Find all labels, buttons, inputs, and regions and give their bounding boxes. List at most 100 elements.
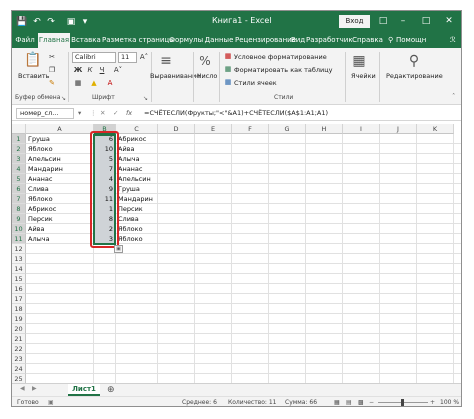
bold-button[interactable]: Ж <box>72 65 84 76</box>
ribbon-display-icon[interactable]: □ <box>376 14 390 29</box>
zoom-out-icon[interactable]: − <box>369 399 374 406</box>
camera-icon[interactable]: ▣ <box>65 16 77 28</box>
quick-analysis-icon[interactable]: ▣ <box>114 245 123 253</box>
row-header[interactable]: 15 <box>12 274 26 284</box>
cell-c3[interactable]: Алыча <box>118 154 157 164</box>
paste-icon[interactable]: 📋 <box>24 51 41 69</box>
tab-data[interactable]: Данные <box>203 33 235 48</box>
cell-a10[interactable]: Айва <box>28 224 93 234</box>
page-layout-view-icon[interactable]: ▤ <box>346 399 352 406</box>
page-break-view-icon[interactable]: ▩ <box>358 399 364 406</box>
next-sheet-icon[interactable]: ▶ <box>32 385 37 392</box>
row-header[interactable]: 4 <box>12 164 26 174</box>
cell-styles-icon[interactable]: ▦ <box>222 77 234 88</box>
search-icon[interactable]: ⚲ <box>406 52 422 70</box>
cells-label[interactable]: Ячейки <box>351 72 376 80</box>
cell-c1[interactable]: Абрикос <box>118 134 157 144</box>
cancel-icon[interactable]: ✕ <box>100 109 105 117</box>
font-size-field[interactable]: 11 <box>118 52 137 63</box>
row-header[interactable]: 8 <box>12 204 26 214</box>
row-header[interactable]: 1 <box>12 134 26 144</box>
row-header[interactable]: 5 <box>12 174 26 184</box>
row-header[interactable]: 14 <box>12 264 26 274</box>
row-header[interactable]: 9 <box>12 214 26 224</box>
enter-icon[interactable]: ✓ <box>113 109 118 117</box>
insert-function-button[interactable]: fx <box>126 109 132 117</box>
column-header-i[interactable]: I <box>343 124 380 134</box>
format-painter-icon[interactable]: ✎ <box>46 78 58 89</box>
normal-view-icon[interactable]: ▦ <box>334 399 340 406</box>
row-header[interactable]: 12 <box>12 244 26 254</box>
share-icon[interactable]: ℛ <box>450 33 456 48</box>
cell-a7[interactable]: Яблоко <box>28 194 93 204</box>
prev-sheet-icon[interactable]: ◀ <box>20 385 25 392</box>
cell-a3[interactable]: Апельсин <box>28 154 93 164</box>
column-header-g[interactable]: G <box>269 124 306 134</box>
column-header-e[interactable]: E <box>195 124 232 134</box>
status-average[interactable]: Среднее: 6 <box>182 399 217 406</box>
row-header[interactable]: 6 <box>12 184 26 194</box>
tab-home[interactable]: Главная <box>38 33 70 48</box>
cell-c7[interactable]: Мандарин <box>118 194 157 204</box>
row-header[interactable]: 24 <box>12 364 26 374</box>
column-header-a[interactable]: A <box>26 124 94 134</box>
cell-c2[interactable]: Айва <box>118 144 157 154</box>
font-color-icon[interactable]: A <box>104 78 116 89</box>
worksheet-grid[interactable]: A B C D E F G H I J K 1 2 3 4 5 6 7 8 9 10 11 12 13 14 15 16 17 18 19… <box>12 124 461 383</box>
zoom-slider-thumb[interactable] <box>401 399 404 406</box>
cell-a5[interactable]: Ананас <box>28 174 93 184</box>
alignment-icon[interactable]: ≡ <box>158 52 174 70</box>
row-header[interactable]: 2 <box>12 144 26 154</box>
column-header-k[interactable]: K <box>417 124 454 134</box>
cell-a2[interactable]: Яблоко <box>28 144 93 154</box>
number-label[interactable]: Число <box>197 72 217 80</box>
zoom-in-icon[interactable]: + <box>430 399 435 406</box>
cell-c9[interactable]: Слива <box>118 214 157 224</box>
signin-button[interactable]: Вход <box>339 15 370 28</box>
name-box[interactable]: номер_сл... <box>16 108 74 119</box>
zoom-level[interactable]: 100 % <box>440 399 459 406</box>
row-header[interactable]: 17 <box>12 294 26 304</box>
row-header[interactable]: 11 <box>12 234 26 244</box>
cell-a1[interactable]: Груша <box>28 134 93 144</box>
column-header-f[interactable]: F <box>232 124 269 134</box>
tab-review[interactable]: Рецензирование <box>235 33 296 48</box>
row-header[interactable]: 10 <box>12 224 26 234</box>
cell-styles-button[interactable]: Стили ячеек <box>234 79 277 87</box>
name-box-dropdown-icon[interactable]: ▾ <box>78 109 81 117</box>
tab-file[interactable]: Файл <box>14 33 36 48</box>
status-count[interactable]: Количество: 11 <box>228 399 276 406</box>
close-icon[interactable]: ✕ <box>442 14 456 29</box>
redo-icon[interactable]: ↷ <box>45 16 57 28</box>
row-header[interactable]: 13 <box>12 254 26 264</box>
maximize-icon[interactable]: □ <box>419 14 433 29</box>
cell-a6[interactable]: Слива <box>28 184 93 194</box>
cells-icon[interactable]: ▦ <box>351 52 367 70</box>
clipboard-dialog-icon[interactable]: ↘ <box>61 95 66 102</box>
lightbulb-icon[interactable]: ⚲ <box>388 33 393 48</box>
underline-button[interactable]: Ч <box>96 65 108 76</box>
add-sheet-button[interactable]: ⊕ <box>107 384 115 396</box>
borders-icon[interactable]: ▦ <box>72 78 84 89</box>
format-as-table-button[interactable]: Форматировать как таблицу <box>234 66 333 74</box>
customize-icon[interactable]: ▾ <box>79 16 91 28</box>
paste-label[interactable]: Вставить <box>18 72 49 80</box>
macro-record-icon[interactable]: ▣ <box>48 399 54 406</box>
tell-me-search[interactable]: Помощн <box>396 33 426 48</box>
status-sum[interactable]: Сумма: 66 <box>285 399 317 406</box>
grow-font-icon[interactable]: A˄ <box>138 52 150 63</box>
percent-icon[interactable]: % <box>197 52 213 70</box>
font-name-field[interactable]: Calibri <box>72 52 116 63</box>
cell-a8[interactable]: Абрикос <box>28 204 93 214</box>
italic-button[interactable]: К <box>84 65 96 76</box>
row-header[interactable]: 3 <box>12 154 26 164</box>
cell-c6[interactable]: Груша <box>118 184 157 194</box>
row-header[interactable]: 25 <box>12 374 26 383</box>
editing-label[interactable]: Редактирование <box>386 72 443 80</box>
tab-formulas[interactable]: Формулы <box>169 33 203 48</box>
row-header[interactable]: 7 <box>12 194 26 204</box>
row-header[interactable]: 21 <box>12 334 26 344</box>
cell-a9[interactable]: Персик <box>28 214 93 224</box>
tab-help[interactable]: Справка <box>352 33 383 48</box>
fill-color-icon[interactable]: ▲ <box>88 78 100 89</box>
